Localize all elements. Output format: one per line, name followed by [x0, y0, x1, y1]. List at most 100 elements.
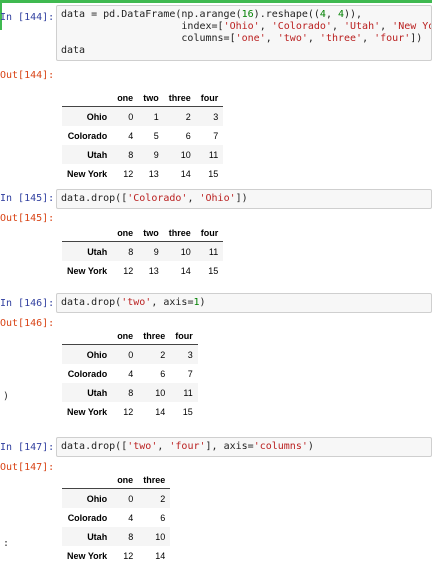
code-string-token: 'four' — [169, 441, 206, 452]
code-string-token: 'two' — [121, 297, 152, 308]
table-cell: 12 — [123, 406, 134, 417]
code-string-token: 'columns' — [253, 441, 308, 452]
code-token: index=[ — [61, 21, 224, 32]
table-cell: 11 — [183, 387, 193, 398]
table-cell: 8 — [128, 387, 134, 398]
in-prompt-147: In [147]: — [0, 442, 54, 453]
column-header: three — [163, 89, 196, 107]
table-cell: 8 — [128, 531, 134, 542]
code-cell-144[interactable]: data = pd.DataFrame(np.arange(16).reshap… — [56, 5, 432, 61]
index-corner — [62, 471, 113, 489]
table-row: New York 12 14 — [62, 546, 170, 565]
table-cell: 0 — [128, 349, 134, 360]
code-token: , — [325, 9, 338, 20]
table-cell: 9 — [153, 149, 159, 160]
code-cell-145[interactable]: data.drop(['Colorado', 'Ohio']) — [56, 189, 432, 209]
table-cell: 4 — [128, 512, 134, 523]
code-token: , — [187, 193, 200, 204]
code-token: ).reshape(( — [253, 9, 320, 20]
out-prompt-147: Out[147]: — [0, 462, 54, 473]
header-row: one three — [62, 471, 171, 489]
code-token: , — [362, 33, 375, 44]
code-string-token: 'Colorado' — [127, 193, 188, 204]
table-row: Colorado 4 6 7 — [62, 364, 198, 383]
row-index-label: Utah — [87, 387, 108, 398]
table-row: Ohio 0 2 3 — [62, 344, 198, 364]
table-cell: 7 — [187, 368, 193, 379]
index-corner — [62, 327, 113, 345]
table-cell: 10 — [155, 387, 166, 398]
code-token: columns=[ — [61, 33, 236, 44]
table-cell: 0 — [128, 493, 134, 504]
table-cell: 14 — [180, 168, 191, 179]
row-index-label: Colorado — [67, 130, 108, 141]
code-line: data.drop(['two', 'four'], axis='columns… — [61, 441, 427, 453]
code-token: ], axis= — [205, 441, 254, 452]
table-cell: 6 — [185, 130, 191, 141]
table-cell: 2 — [160, 493, 166, 504]
table-cell: 10 — [180, 149, 191, 160]
out-prompt-144: Out[144]: — [0, 70, 54, 81]
code-token: ) — [199, 297, 206, 308]
table-cell: 3 — [213, 111, 219, 122]
column-header: one — [112, 471, 139, 489]
table-cell: 3 — [187, 349, 193, 360]
table-row: New York 12 14 15 — [62, 402, 198, 421]
row-index-label: Ohio — [86, 493, 108, 504]
code-string-token: 'one' — [235, 33, 266, 44]
table-row: Utah 8 10 — [62, 527, 171, 546]
table-cell: 4 — [128, 130, 134, 141]
column-header: three — [138, 327, 171, 345]
code-line: data.drop(['Colorado', 'Ohio']) — [61, 193, 427, 205]
code-string-token: 'Utah' — [344, 21, 381, 32]
table-cell: 0 — [128, 111, 134, 122]
table-cell: 14 — [155, 550, 166, 561]
column-header: one — [112, 327, 139, 345]
table-row: Ohio 0 1 2 3 — [62, 106, 224, 126]
table-row: Colorado 4 5 6 7 — [62, 126, 223, 145]
code-string-token: 'New York' — [392, 21, 431, 32]
table-cell: 14 — [180, 265, 191, 276]
table-cell: 10 — [155, 531, 166, 542]
side-mark-colon: : — [3, 538, 10, 549]
code-line: columns=['one', 'two', 'three', 'four']) — [61, 33, 427, 45]
column-header: one — [112, 89, 139, 107]
row-index-label: New York — [67, 550, 108, 561]
table-cell: 13 — [148, 168, 159, 179]
table-row: Ohio 0 2 — [62, 488, 171, 508]
table-cell: 6 — [160, 512, 166, 523]
code-string-token: 'Ohio' — [223, 21, 260, 32]
table-row: Utah 8 9 10 11 — [62, 145, 224, 164]
table-row: Utah 8 9 10 11 — [62, 241, 224, 261]
code-line: data.drop('two', axis=1) — [61, 297, 427, 309]
code-cell-146[interactable]: data.drop('two', axis=1) — [56, 293, 432, 313]
row-index-label: New York — [67, 265, 108, 276]
out-prompt-146: Out[146]: — [0, 318, 54, 329]
table-row: Colorado 4 6 — [62, 508, 170, 527]
header-row: one three four — [62, 327, 198, 345]
code-token: data.drop([ — [61, 193, 128, 204]
code-token: , axis= — [151, 297, 194, 308]
code-token: , — [380, 21, 393, 32]
code-token: , — [265, 33, 278, 44]
code-string-token: 'Colorado' — [271, 21, 332, 32]
table-cell: 11 — [208, 246, 219, 257]
table-cell: 8 — [128, 246, 134, 257]
in-prompt-144: In [144]: — [0, 12, 54, 23]
table-cell: 12 — [123, 265, 134, 276]
row-index-label: Colorado — [67, 368, 108, 379]
code-cell-147[interactable]: data.drop(['two', 'four'], axis='columns… — [56, 437, 432, 457]
table-cell: 1 — [153, 111, 159, 122]
row-index-label: Ohio — [86, 111, 108, 122]
header-row: one two three four — [62, 224, 224, 242]
table-row: New York 12 13 14 15 — [62, 261, 223, 280]
row-index-label: Utah — [87, 149, 108, 160]
index-corner — [62, 89, 113, 107]
table-cell: 9 — [153, 246, 159, 257]
table-cell: 11 — [208, 149, 219, 160]
column-header: four — [170, 327, 198, 345]
in-prompt-146: In [146]: — [0, 298, 54, 309]
code-string-token: 'Ohio' — [199, 193, 236, 204]
column-header: two — [138, 224, 164, 242]
out-prompt-145: Out[145]: — [0, 213, 54, 224]
